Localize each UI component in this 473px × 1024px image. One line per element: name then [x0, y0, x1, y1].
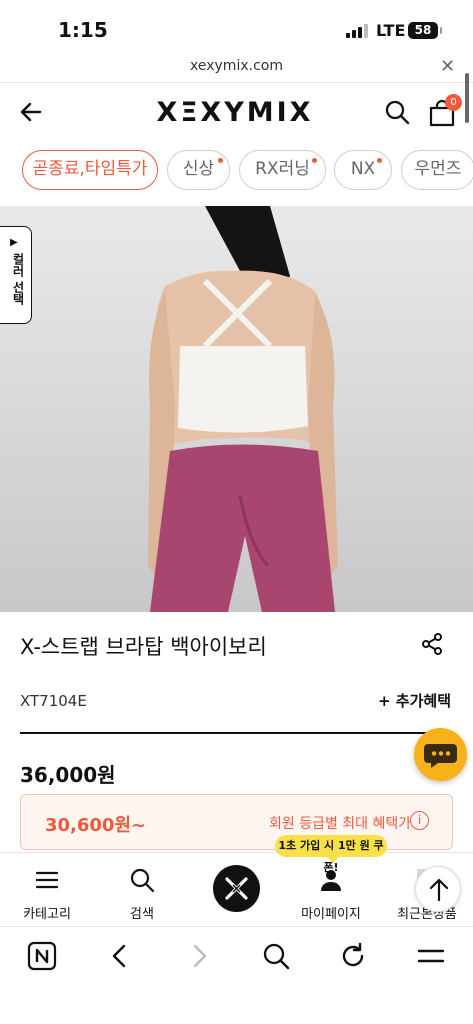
- search-icon[interactable]: [261, 941, 291, 971]
- arrow-up-icon: [429, 878, 449, 902]
- divider: [20, 732, 453, 734]
- search-icon: [130, 868, 155, 893]
- color-select-tab[interactable]: ▶ 컬러 선택: [0, 226, 32, 324]
- home-logo-button[interactable]: [213, 865, 260, 912]
- color-select-label: 컬러 선택: [11, 253, 25, 306]
- chip-label: 신상: [182, 159, 215, 179]
- forward-icon[interactable]: [184, 941, 214, 971]
- naver-n-icon[interactable]: [27, 941, 57, 971]
- product-name: X-스트랩 브라탑 백아이보리: [20, 635, 267, 659]
- extra-benefit-button[interactable]: + 추가혜택: [378, 690, 451, 711]
- product-price: 36,000원: [20, 763, 116, 787]
- chip-label: NX: [350, 159, 376, 179]
- back-arrow-icon[interactable]: [18, 99, 44, 125]
- status-bar: 1:15 LTE 58: [0, 0, 473, 56]
- bottom-nav: 카테고리 검색 마이페이지 최근본상품: [0, 852, 473, 924]
- hamburger-menu-icon[interactable]: [416, 941, 446, 971]
- member-price-box[interactable]: 30,600원~ 회원 등급별 최대 혜택가 i: [20, 794, 453, 850]
- chip-label: 곧종료,타임특가: [32, 159, 148, 179]
- nav-category[interactable]: 카테고리: [2, 867, 92, 922]
- nav-label: 마이페이지: [301, 907, 361, 922]
- product-image[interactable]: [0, 206, 473, 612]
- chip-nx[interactable]: NX: [334, 150, 392, 190]
- product-sku: XT7104E: [20, 692, 87, 710]
- share-icon[interactable]: [420, 632, 444, 656]
- refresh-icon[interactable]: [338, 941, 368, 971]
- cart-count-badge: 0: [445, 94, 462, 111]
- new-dot: [312, 158, 317, 163]
- play-triangle-icon: ▶: [10, 237, 18, 248]
- new-dot: [377, 158, 382, 163]
- chat-icon: [424, 744, 457, 768]
- member-benefit-text: 회원 등급별 최대 혜택가: [269, 816, 412, 832]
- coupon-tooltip: 1초 가입 시 1만 원 쿠폰!: [275, 835, 387, 874]
- back-icon[interactable]: [105, 941, 135, 971]
- brand-logo[interactable]: XΞXYMIX: [150, 97, 320, 128]
- close-icon[interactable]: ✕: [440, 56, 455, 77]
- category-chips: 곧종료,타임특가 신상 RX러닝 NX 우먼즈: [0, 150, 473, 194]
- url-bar[interactable]: xexymix.com ✕: [0, 56, 473, 80]
- nav-label: 카테고리: [23, 907, 71, 922]
- url-text: xexymix.com: [190, 58, 283, 74]
- menu-icon: [35, 871, 59, 889]
- model-illustration: [148, 206, 338, 612]
- browser-toolbar: [0, 926, 473, 1024]
- nav-search[interactable]: 검색: [97, 867, 187, 922]
- new-dot: [218, 158, 223, 163]
- scroll-top-button[interactable]: [415, 866, 461, 912]
- signal-icon: [346, 24, 370, 38]
- battery-icon: 58: [408, 22, 442, 39]
- chip-time-sale[interactable]: 곧종료,타임특가: [22, 150, 158, 190]
- chip-new[interactable]: 신상: [167, 150, 230, 190]
- nav-label: 검색: [130, 907, 154, 922]
- status-time: 1:15: [58, 18, 108, 42]
- chip-rx-running[interactable]: RX러닝: [239, 150, 326, 190]
- scrollbar[interactable]: [465, 73, 469, 123]
- chip-label: RX러닝: [255, 159, 310, 179]
- chip-label: 우먼즈: [414, 159, 462, 179]
- chat-button[interactable]: [414, 728, 467, 781]
- x-logo-icon: [225, 877, 248, 900]
- member-price: 30,600원~: [45, 815, 147, 836]
- chip-womens[interactable]: 우먼즈: [401, 150, 473, 190]
- network-label: LTE: [376, 21, 406, 40]
- search-icon[interactable]: [384, 99, 410, 125]
- info-icon[interactable]: i: [410, 811, 429, 830]
- site-header: XΞXYMIX 0: [0, 73, 473, 144]
